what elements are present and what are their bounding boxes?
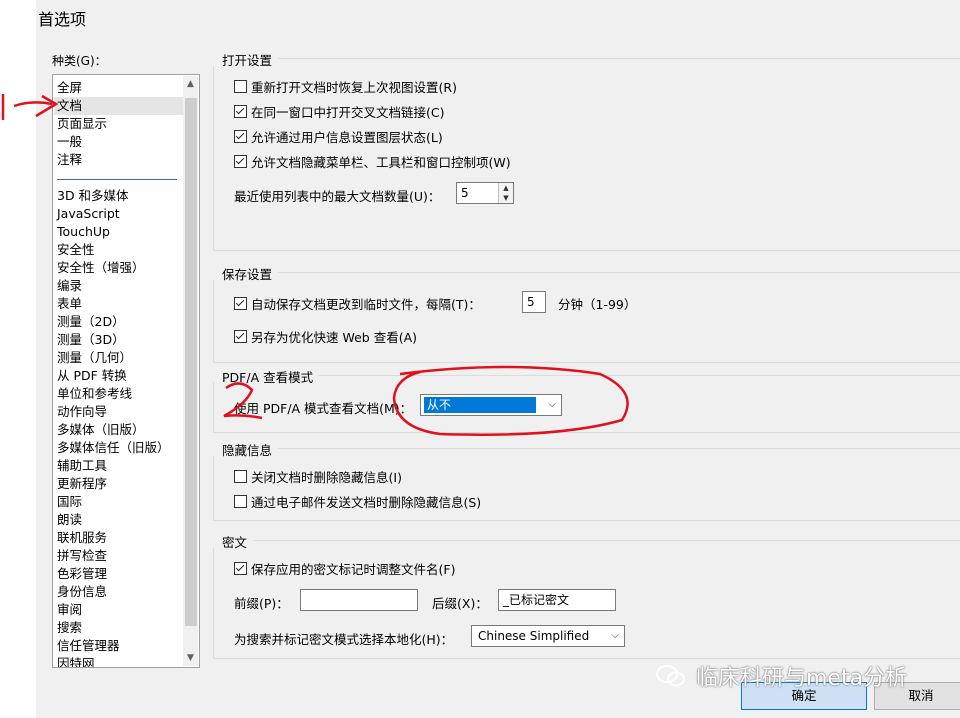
wechat-icon	[656, 665, 685, 687]
annotation-overlay	[1, 94, 629, 436]
watermark: 临床科研与meta分析	[656, 660, 907, 692]
annotation-mark-2	[223, 382, 263, 420]
annotation-arrow	[13, 101, 53, 108]
annotation-circle	[392, 365, 629, 436]
watermark-text: 临床科研与meta分析	[696, 666, 908, 691]
annotation-arrowhead	[35, 94, 59, 118]
